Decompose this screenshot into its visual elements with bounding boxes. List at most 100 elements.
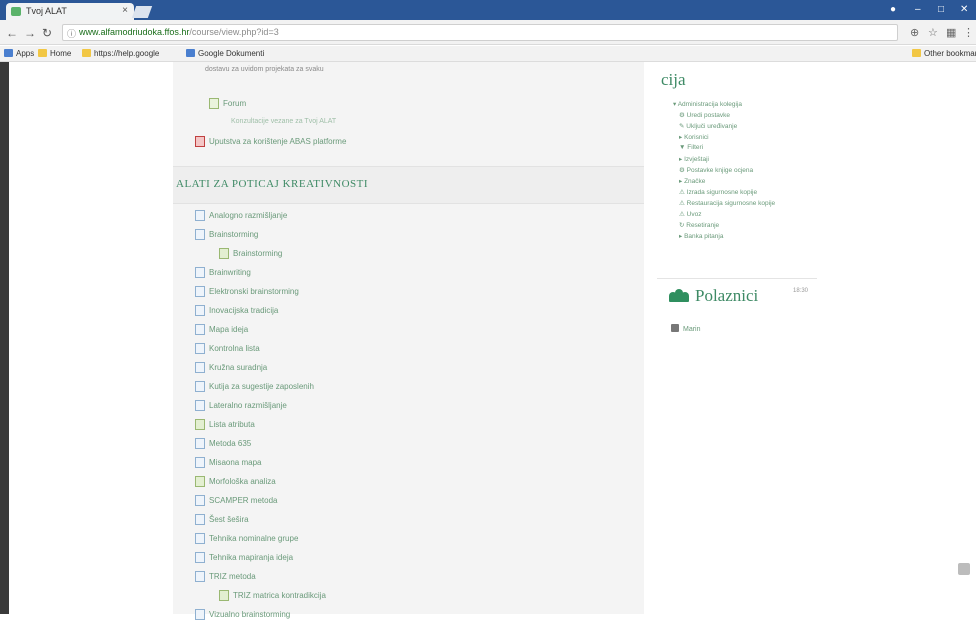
activity-forum[interactable]: Forum [209,98,246,109]
admin-tree-item[interactable]: ▸ Izvještaji [679,155,709,163]
activity-item[interactable]: SCAMPER metoda [195,495,277,506]
activity-item[interactable]: Misaona mapa [195,457,261,468]
page-icon [195,552,205,563]
page-icon [195,533,205,544]
user-icon[interactable]: ● [890,4,896,15]
user-avatar-icon [671,324,679,332]
bookmark-apps[interactable]: Apps [4,49,34,58]
browser-tab[interactable]: Tvoj ALAT × [6,3,134,20]
activity-item[interactable]: Metoda 635 [195,438,251,449]
minimize-icon[interactable]: – [915,4,921,15]
tab-title: Tvoj ALAT [26,6,67,16]
page-icon [195,210,205,221]
apps-grid-icon [4,49,13,57]
close-tab-icon[interactable]: × [122,5,128,16]
admin-tree-item[interactable]: ✎ Uključi uređivanje [679,122,737,130]
admin-tree-item[interactable]: ▸ Banka pitanja [679,232,723,240]
participants-block-title: Polaznici [669,286,758,306]
forward-arrow-icon[interactable]: → [24,26,36,40]
back-arrow-icon[interactable]: ← [6,26,18,40]
activity-item[interactable]: TRIZ matrica kontradikcija [219,590,326,601]
favicon-icon [11,7,21,16]
folder-icon [912,49,921,57]
star-icon[interactable]: ☆ [928,26,938,39]
reload-icon[interactable]: ↻ [42,26,52,40]
block-divider [657,278,817,279]
activity-platform-guide[interactable]: Uputstva za korištenje ABAS platforme [195,136,346,147]
browser-window: Tvoj ALAT × ● – □ ✕ ← → ↻ ⓘ www.alfamodr… [0,0,976,620]
close-window-icon[interactable]: ✕ [960,4,968,15]
activity-label: TRIZ matrica kontradikcija [233,591,326,600]
other-bookmarks[interactable]: Other bookmarks [912,49,976,58]
activity-label: Vizualno brainstorming [209,610,291,619]
activity-item[interactable]: Brainstorming [195,229,258,240]
activity-label: Morfološka analiza [209,477,276,486]
zoom-icon[interactable]: ⊕ [910,26,919,39]
activity-item[interactable]: TRIZ metoda [195,571,256,582]
title-bar: Tvoj ALAT × ● – □ ✕ [0,0,976,20]
menu-icon[interactable]: ⋮ [963,26,974,39]
page-icon [195,229,205,240]
activity-label: Kružna suradnja [209,363,268,372]
url-path: /course/view.php?id=3 [189,27,279,37]
activity-item[interactable]: Brainwriting [195,267,251,278]
forum-icon [209,98,219,109]
activity-item[interactable]: Lista atributa [195,419,255,430]
activity-item[interactable]: Lateralno razmišljanje [195,400,287,411]
admin-tree-item[interactable]: ⚠ Uvoz [679,210,701,218]
section-title: ALATI ZA POTICAJ KREATIVNOSTI [176,178,369,190]
admin-tree-item[interactable]: ▸ Korisnici [679,133,709,141]
activity-item[interactable]: Inovacijska tradicija [195,305,278,316]
page-icon [195,609,205,620]
activity-item[interactable]: Analogno razmišljanje [195,210,287,221]
new-tab-button[interactable] [131,6,153,18]
page-icon [195,495,205,506]
page-icon [195,324,205,335]
admin-tree-item[interactable]: ⚙ Uredi postavke [679,111,730,119]
page-icon [195,457,205,468]
section-header: ALATI ZA POTICAJ KREATIVNOSTI [173,166,644,204]
maximize-icon[interactable]: □ [938,4,944,15]
tool-icon [219,248,229,259]
page-icon [195,286,205,297]
participants-count: 18:30 [793,288,809,294]
scroll-to-top-button[interactable] [958,563,970,575]
bookmark-home[interactable]: Home [38,49,71,58]
activity-label: SCAMPER metoda [209,496,278,505]
folder-icon [38,49,47,57]
activity-consultations[interactable]: Konzultacije vezane za Tvoj ALAT [231,118,336,125]
activity-item[interactable]: Elektronski brainstorming [195,286,299,297]
activity-item[interactable]: Tehnika nominalne grupe [195,533,298,544]
bookmark-docs[interactable]: Google Dokumenti [186,49,264,58]
activity-item[interactable]: Morfološka analiza [195,476,276,487]
extension-icon[interactable]: ▦ [946,26,956,39]
block-heading: cija [661,70,686,89]
activity-label: Mapa ideja [209,325,249,334]
activity-item[interactable]: Mapa ideja [195,324,248,335]
page-icon [195,305,205,316]
admin-tree-item[interactable]: ⚠ Restauracija sigurnosne kopije [679,199,775,207]
activity-label: TRIZ metoda [209,572,256,581]
activity-item[interactable]: Kontrolna lista [195,343,260,354]
admin-tree-item[interactable]: ▸ Značke [679,177,705,185]
admin-tree-item[interactable]: ⚙ Postavke knjige ocjena [679,166,753,174]
admin-tree-item[interactable]: ⚠ Izrada sigurnosne kopije [679,188,757,196]
admin-tree-item[interactable]: ▼ Filteri [679,144,703,151]
activity-item[interactable]: Vizualno brainstorming [195,609,290,620]
activity-item[interactable]: Tehnika mapiranja ideja [195,552,293,563]
tool-icon [195,476,205,487]
address-bar[interactable]: ⓘ www.alfamodriudoka.ffos.hr/course/view… [62,24,898,41]
activity-item[interactable]: Šest šešira [195,514,249,525]
activity-label: Kontrolna lista [209,344,260,353]
participant-link[interactable]: Marin [671,324,701,333]
right-sidebar: cija ▾ Administracija kolegija ⚙ Uredi po… [651,62,817,614]
admin-tree-item[interactable]: ↻ Resetiranje [679,221,719,229]
info-icon: ⓘ [67,29,77,39]
admin-tree-item[interactable]: ▾ Administracija kolegija [673,100,742,108]
folder-icon [82,49,91,57]
activity-item[interactable]: Brainstorming [219,248,282,259]
bookmark-help[interactable]: https://help.google [82,49,159,58]
page-icon [195,381,205,392]
activity-item[interactable]: Kutija za sugestije zaposlenih [195,381,314,392]
activity-item[interactable]: Kružna suradnja [195,362,267,373]
